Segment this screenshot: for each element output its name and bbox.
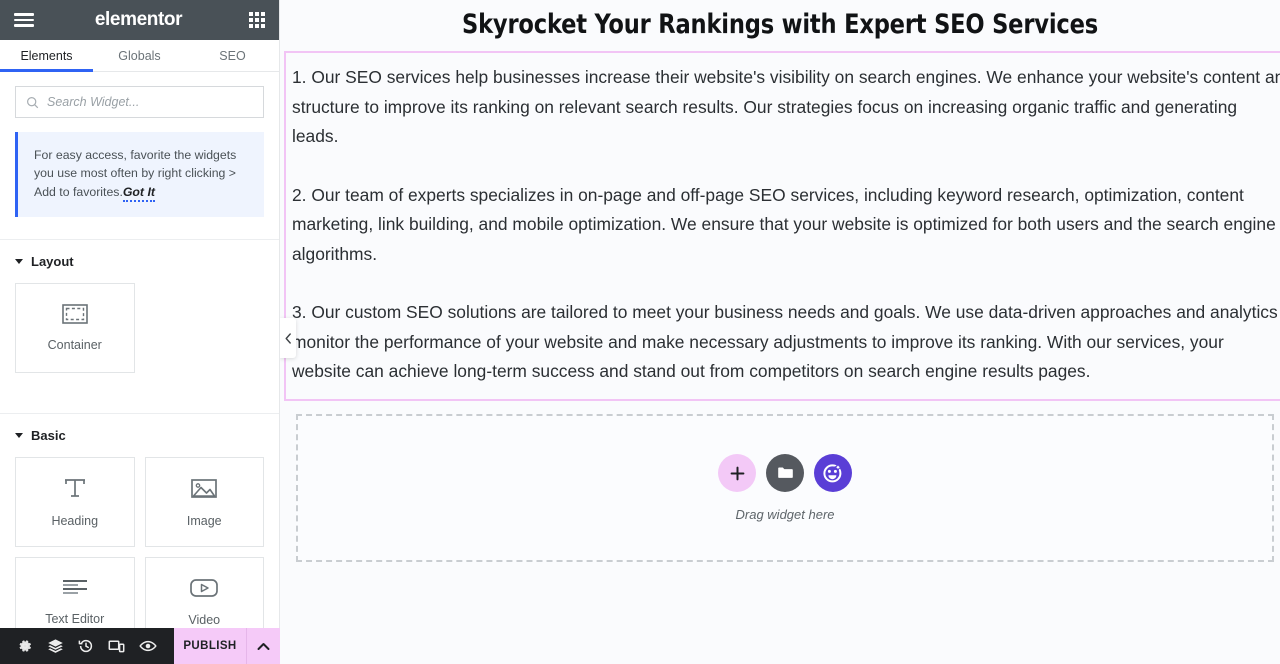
plus-icon bbox=[730, 466, 745, 481]
publish-options-button[interactable] bbox=[246, 628, 280, 664]
page-title: Skyrocket Your Rankings with Expert SEO … bbox=[315, 0, 1245, 40]
collapse-panel-button[interactable] bbox=[280, 318, 296, 358]
folder-icon bbox=[777, 466, 794, 480]
settings-gear-icon[interactable] bbox=[17, 638, 33, 654]
paragraph-2-line-2: marketing, link building, and mobile opt… bbox=[292, 214, 1276, 234]
drop-zone-label: Drag widget here bbox=[736, 507, 835, 522]
paragraph-2-line-1: 2. Our team of experts specializes in on… bbox=[292, 185, 1244, 205]
elementor-logo: elementor bbox=[28, 9, 249, 31]
drop-zone-buttons bbox=[718, 454, 852, 492]
tab-globals[interactable]: Globals bbox=[93, 40, 186, 71]
tab-seo[interactable]: SEO bbox=[186, 40, 279, 71]
paragraph-3-line-1: 3. Our custom SEO solutions are tailored… bbox=[292, 302, 1280, 322]
widget-image[interactable]: Image bbox=[145, 457, 265, 547]
search-widget-box[interactable] bbox=[15, 86, 264, 118]
drop-zone[interactable]: Drag widget here bbox=[296, 414, 1274, 562]
chevron-up-icon bbox=[257, 642, 270, 651]
widget-heading-label: Heading bbox=[51, 514, 98, 528]
widget-image-label: Image bbox=[187, 514, 222, 528]
section-basic-title: Basic bbox=[31, 428, 66, 443]
layout-widget-grid: Container bbox=[15, 283, 264, 373]
text-editor-widget-selected[interactable]: 1. Our SEO services help businesses incr… bbox=[284, 51, 1280, 401]
paragraph-1-line-1: 1. Our SEO services help businesses incr… bbox=[292, 67, 1280, 87]
bottom-bar-icons bbox=[0, 628, 174, 664]
add-template-button[interactable] bbox=[766, 454, 804, 492]
section-layout: Layout Container bbox=[0, 239, 279, 391]
grid-apps-icon[interactable] bbox=[249, 12, 265, 28]
tab-elements[interactable]: Elements bbox=[0, 40, 93, 71]
chevron-down-icon bbox=[15, 259, 23, 264]
widget-video-label: Video bbox=[188, 613, 220, 627]
elementor-editor: elementor Elements Globals SEO For easy bbox=[0, 0, 1280, 664]
editor-bottom-bar: PUBLISH bbox=[0, 628, 280, 664]
editor-canvas: Skyrocket Your Rankings with Expert SEO … bbox=[280, 0, 1280, 664]
widget-container[interactable]: Container bbox=[15, 283, 135, 373]
navigator-layers-icon[interactable] bbox=[47, 638, 64, 654]
section-basic: Basic Heading bbox=[0, 413, 279, 664]
paragraph-3-line-3: website can achieve long-term success an… bbox=[292, 361, 1090, 381]
widget-heading[interactable]: Heading bbox=[15, 457, 135, 547]
history-clock-icon[interactable] bbox=[78, 638, 94, 654]
section-layout-header[interactable]: Layout bbox=[15, 254, 264, 269]
search-input[interactable] bbox=[47, 95, 253, 109]
paragraph-1: 1. Our SEO services help businesses incr… bbox=[286, 63, 1280, 152]
editor-panel: elementor Elements Globals SEO For easy bbox=[0, 0, 280, 664]
paragraph-3-line-2: monitor the performance of your website … bbox=[292, 332, 1224, 352]
panel-tabs: Elements Globals SEO bbox=[0, 40, 279, 72]
container-icon bbox=[62, 304, 88, 324]
chevron-down-icon bbox=[15, 433, 23, 438]
widget-container-label: Container bbox=[48, 338, 102, 352]
paragraph-1-line-3: leads. bbox=[292, 126, 338, 146]
image-icon bbox=[190, 477, 218, 500]
ai-button[interactable] bbox=[814, 454, 852, 492]
preview-eye-icon[interactable] bbox=[139, 639, 157, 653]
widget-text-editor-label: Text Editor bbox=[45, 612, 104, 626]
section-layout-title: Layout bbox=[31, 254, 74, 269]
favorites-notice: For easy access, favorite the widgets yo… bbox=[15, 132, 264, 217]
basic-widget-grid: Heading Image bbox=[15, 457, 264, 647]
paragraph-2: 2. Our team of experts specializes in on… bbox=[286, 181, 1280, 270]
search-section bbox=[0, 72, 279, 128]
responsive-devices-icon[interactable] bbox=[108, 639, 125, 654]
section-basic-header[interactable]: Basic bbox=[15, 428, 264, 443]
chevron-left-icon bbox=[285, 333, 292, 344]
publish-button[interactable]: PUBLISH bbox=[174, 628, 246, 664]
panel-header: elementor bbox=[0, 0, 279, 40]
heading-t-icon bbox=[61, 476, 89, 500]
paragraph-2-line-3: algorithms. bbox=[292, 244, 377, 264]
paragraph-1-line-2: structure to improve its ranking on rele… bbox=[292, 97, 1237, 117]
ai-smiley-icon bbox=[822, 462, 844, 484]
paragraph-3: 3. Our custom SEO solutions are tailored… bbox=[286, 298, 1280, 387]
add-element-button[interactable] bbox=[718, 454, 756, 492]
text-editor-icon bbox=[61, 578, 89, 598]
video-play-icon bbox=[189, 577, 219, 599]
got-it-link[interactable]: Got It bbox=[123, 185, 155, 202]
search-icon bbox=[26, 96, 39, 109]
